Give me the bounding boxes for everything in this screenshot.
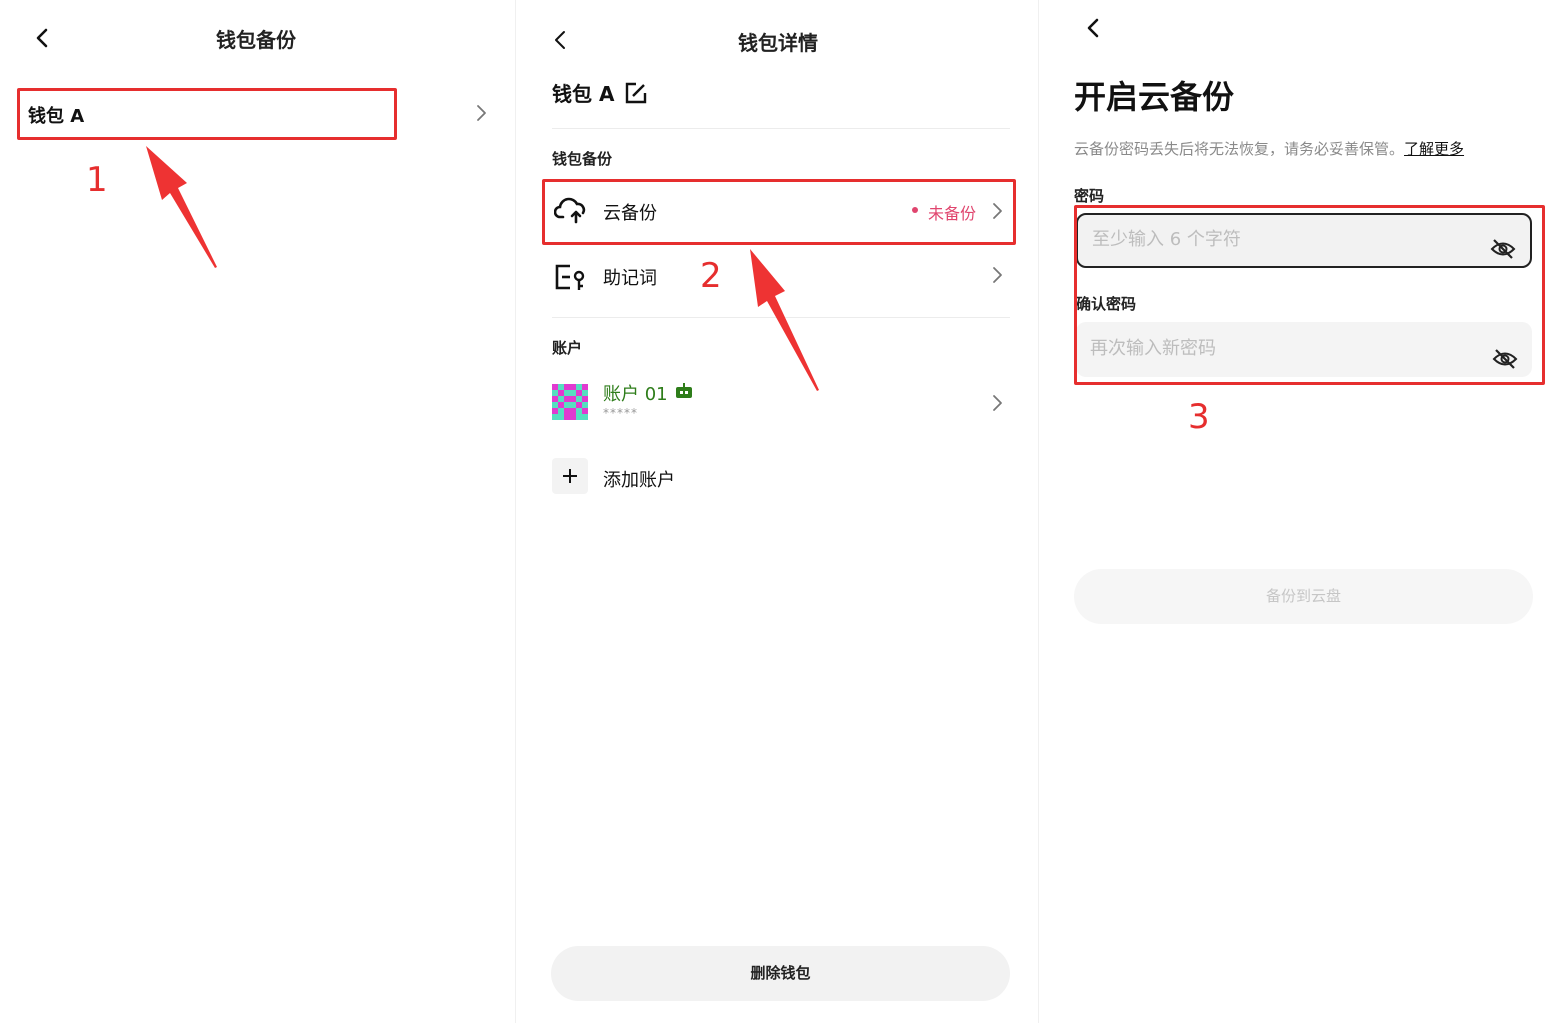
cloud-upload-icon [553, 195, 588, 229]
wallet-name: 钱包 A [552, 82, 615, 106]
page-title: 钱包详情 [738, 31, 818, 55]
account-name: 账户 01 [603, 384, 668, 405]
wallet-details-screen: 钱包详情 钱包 A 钱包备份 云备份 未备份 助记词 2 账户 账户 01 **… [516, 0, 1038, 1023]
divider [552, 128, 1010, 129]
section-title-backup: 钱包备份 [552, 150, 613, 168]
chevron-right-icon [990, 265, 1004, 285]
status-dot [912, 207, 918, 213]
plus-icon [552, 458, 588, 494]
back-button[interactable] [550, 29, 570, 51]
chevron-right-icon [474, 103, 488, 123]
cloud-backup-row[interactable]: 云备份 未备份 [546, 182, 1012, 240]
wallet-backup-screen: 钱包备份 钱包 A 1 [0, 0, 515, 1023]
delete-wallet-label: 删除钱包 [750, 964, 811, 982]
confirm-password-placeholder: 再次输入新密码 [1090, 338, 1216, 359]
confirm-password-label: 确认密码 [1076, 295, 1137, 313]
annotation-arrow [146, 146, 217, 268]
confirm-password-input[interactable]: 再次输入新密码 [1076, 322, 1532, 377]
description-text: 云备份密码丢失后将无法恢复，请务必妥善保管。 [1074, 140, 1405, 158]
account-masked: ***** [603, 406, 638, 420]
mnemonic-label: 助记词 [603, 268, 657, 289]
cloud-backup-label: 云备份 [603, 203, 657, 224]
add-account-label: 添加账户 [603, 470, 675, 491]
add-account-row[interactable]: 添加账户 [546, 452, 1012, 502]
wallet-row[interactable]: 钱包 A [20, 92, 500, 136]
mnemonic-key-icon [554, 262, 588, 296]
avatar [552, 384, 588, 420]
page-title: 钱包备份 [216, 28, 296, 52]
edit-name-button[interactable] [624, 81, 648, 109]
backup-to-cloud-button[interactable]: 备份到云盘 [1074, 569, 1533, 624]
wallet-row-label: 钱包 A [28, 106, 85, 127]
annotation-arrow [750, 249, 819, 391]
chevron-right-icon [990, 393, 1004, 413]
back-button[interactable] [1083, 17, 1103, 39]
delete-wallet-button[interactable]: 删除钱包 [551, 946, 1010, 1001]
step-number: 2 [700, 256, 722, 296]
enable-cloud-backup-screen: 开启云备份 云备份密码丢失后将无法恢复，请务必妥善保管。了解更多 密码 至少输入… [1039, 0, 1563, 1023]
eye-off-icon[interactable] [1490, 230, 1516, 280]
back-icon [36, 28, 48, 48]
step-number: 1 [86, 160, 108, 200]
robot-icon [674, 382, 694, 404]
password-label: 密码 [1074, 187, 1105, 205]
chevron-right-icon [990, 201, 1004, 221]
back-icon [555, 31, 565, 49]
page-title: 开启云备份 [1074, 78, 1235, 116]
section-title-account: 账户 [552, 339, 583, 357]
password-placeholder: 至少输入 6 个字符 [1092, 229, 1241, 250]
description: 云备份密码丢失后将无法恢复，请务必妥善保管。了解更多 [1074, 138, 1464, 159]
status-badge: 未备份 [928, 204, 977, 223]
back-icon [1087, 18, 1099, 38]
eye-off-icon[interactable] [1492, 338, 1518, 392]
password-input[interactable]: 至少输入 6 个字符 [1076, 213, 1532, 268]
back-button[interactable] [32, 27, 52, 49]
backup-to-cloud-label: 备份到云盘 [1265, 587, 1341, 605]
edit-icon [625, 82, 647, 104]
learn-more-link[interactable]: 了解更多 [1404, 140, 1464, 158]
step-number: 3 [1188, 397, 1210, 437]
